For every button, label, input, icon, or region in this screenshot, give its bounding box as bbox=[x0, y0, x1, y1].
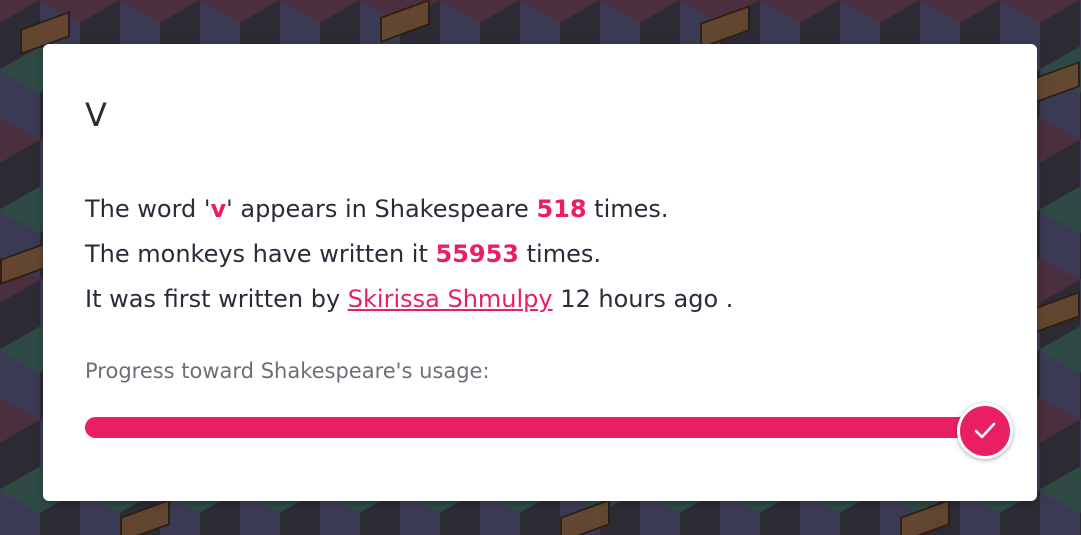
desk-decoration bbox=[1030, 60, 1080, 106]
desk-decoration bbox=[1030, 290, 1080, 336]
text-segment: 12 hours ago . bbox=[552, 285, 734, 313]
shakespeare-count: 518 bbox=[536, 195, 587, 223]
desk-decoration bbox=[700, 4, 750, 50]
text-segment: It was first written by bbox=[85, 285, 348, 313]
text-segment: The monkeys have written it bbox=[85, 240, 436, 268]
shakespeare-usage-line: The word 'v' appears in Shakespeare 518 … bbox=[85, 187, 733, 232]
text-segment: The word ' bbox=[85, 195, 211, 223]
first-written-line: It was first written by Skirissa Shmulpy… bbox=[85, 277, 733, 322]
first-author-link[interactable]: Skirissa Shmulpy bbox=[348, 285, 553, 313]
text-segment: times. bbox=[519, 240, 601, 268]
desk-decoration bbox=[900, 498, 950, 535]
desk-decoration bbox=[560, 498, 610, 535]
monkey-count: 55953 bbox=[435, 240, 520, 268]
word-info-card: V The word 'v' appears in Shakespeare 51… bbox=[43, 44, 1037, 501]
quoted-word: v bbox=[210, 195, 227, 223]
progress-bar-fill bbox=[85, 417, 985, 438]
progress-complete-badge bbox=[957, 403, 1013, 459]
word-stats: The word 'v' appears in Shakespeare 518 … bbox=[85, 187, 733, 322]
desk-decoration bbox=[380, 0, 430, 44]
checkmark-icon bbox=[974, 422, 996, 439]
text-segment: ' appears in Shakespeare bbox=[226, 195, 537, 223]
progress-bar bbox=[85, 417, 985, 438]
desk-decoration bbox=[120, 498, 170, 535]
progress-label: Progress toward Shakespeare's usage: bbox=[85, 359, 490, 383]
word-title: V bbox=[85, 96, 107, 134]
monkey-usage-line: The monkeys have written it 55953 times. bbox=[85, 232, 733, 277]
text-segment: times. bbox=[586, 195, 669, 223]
